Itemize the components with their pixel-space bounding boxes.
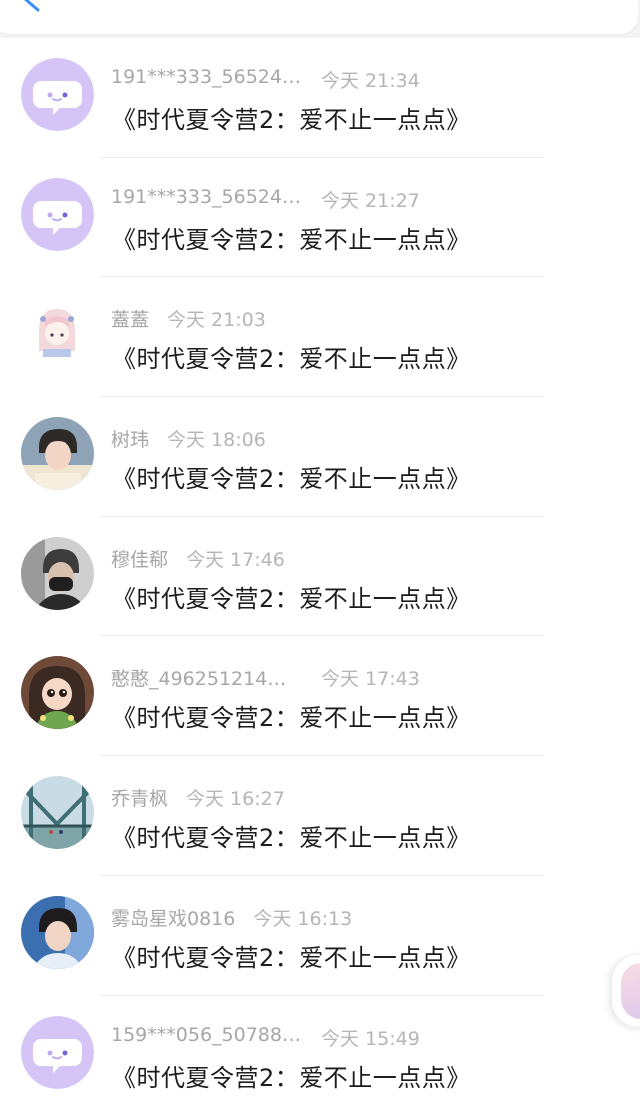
comment-meta: 159***056_50788… 今天 15:49 [111, 1024, 420, 1050]
chat-bubble-icon [21, 58, 94, 131]
bridge-photo-avatar [21, 776, 94, 850]
comment-meta: 憨憨_496251214… 今天 17:43 [111, 664, 420, 691]
avatar[interactable] [21, 895, 94, 969]
floating-avatar-image [621, 963, 640, 1019]
comment-list-screen: 191***333_56524… 今天 21:34 《时代夏令营2：爱不止一点点》… [0, 0, 640, 1113]
list-item[interactable]: 191***333_56524… 今天 21:34 《时代夏令营2：爱不止一点点》 [0, 38, 640, 158]
avatar[interactable] [21, 58, 94, 131]
top-bar [0, 0, 640, 38]
chat-bubble-icon [21, 177, 94, 251]
comment-meta: 191***333_56524… 今天 21:34 [111, 66, 420, 92]
masked-man-avatar [21, 536, 94, 610]
username[interactable]: 蓋蓋 [111, 305, 149, 332]
list-item[interactable]: 蓋蓋 今天 21:03 《时代夏令营2：爱不止一点点》 [0, 277, 640, 398]
comment-meta: 树玮 今天 18:06 [111, 425, 266, 452]
avatar[interactable] [21, 1015, 94, 1089]
list-item[interactable]: 乔青枫 今天 16:27 《时代夏令营2：爱不止一点点》 [0, 756, 640, 876]
avatar[interactable] [21, 536, 94, 610]
list-item[interactable]: 159***056_50788… 今天 15:49 《时代夏令营2：爱不止一点点》 [0, 996, 640, 1113]
timestamp: 今天 16:13 [253, 907, 353, 930]
comment-meta: 191***333_56524… 今天 21:27 [111, 186, 420, 212]
timestamp: 今天 17:43 [321, 668, 420, 691]
cartoon-girl-avatar [21, 656, 94, 730]
username[interactable]: 树玮 [111, 425, 149, 452]
list-item[interactable]: 穆佳郗 今天 17:46 《时代夏令营2：爱不止一点点》 [0, 517, 640, 637]
comment-content: 《时代夏令营2：爱不止一点点》 [112, 465, 471, 494]
comment-content: 《时代夏令营2：爱不止一点点》 [112, 345, 471, 374]
timestamp: 今天 21:03 [167, 309, 266, 332]
comment-content: 《时代夏令营2：爱不止一点点》 [112, 1063, 471, 1092]
comment-meta: 乔青枫 今天 16:27 [111, 784, 285, 811]
list-item[interactable]: 雾岛星戏0816 今天 16:13 《时代夏令营2：爱不止一点点》 [0, 876, 640, 996]
username[interactable]: 憨憨_496251214… [111, 664, 321, 691]
username[interactable]: 穆佳郗 [111, 545, 168, 572]
back-arrow-icon[interactable] [20, 0, 42, 18]
search-box[interactable] [0, 0, 638, 34]
young-man-avatar [21, 417, 94, 491]
username[interactable]: 雾岛星戏0816 [111, 904, 235, 931]
comment-content: 《时代夏令营2：爱不止一点点》 [112, 106, 471, 134]
timestamp: 今天 15:49 [321, 1027, 420, 1050]
young-man-blue-avatar [21, 895, 94, 969]
avatar[interactable] [21, 417, 94, 491]
avatar[interactable] [21, 177, 94, 251]
comment-content: 《时代夏令营2：爱不止一点点》 [112, 943, 471, 972]
comment-content: 《时代夏令营2：爱不止一点点》 [112, 584, 471, 613]
timestamp: 今天 21:34 [321, 70, 420, 92]
avatar[interactable] [21, 297, 94, 371]
list-item[interactable]: 树玮 今天 18:06 《时代夏令营2：爱不止一点点》 [0, 397, 640, 517]
avatar[interactable] [21, 776, 94, 850]
username[interactable]: 乔青枫 [111, 784, 168, 811]
floating-avatar-button[interactable] [612, 955, 640, 1027]
list-item[interactable]: 191***333_56524… 今天 21:27 《时代夏令营2：爱不止一点点》 [0, 158, 640, 278]
comment-meta: 雾岛星戏0816 今天 16:13 [111, 904, 353, 931]
timestamp: 今天 17:46 [186, 548, 285, 571]
comment-content: 《时代夏令营2：爱不止一点点》 [112, 824, 471, 853]
username[interactable]: 159***056_50788… [111, 1024, 321, 1046]
comment-content: 《时代夏令营2：爱不止一点点》 [112, 704, 471, 733]
timestamp: 今天 21:27 [321, 189, 420, 212]
timestamp: 今天 18:06 [167, 429, 266, 452]
anime-girl-avatar [21, 297, 94, 371]
username[interactable]: 191***333_56524… [111, 66, 321, 88]
comment-content: 《时代夏令营2：爱不止一点点》 [112, 225, 471, 254]
timestamp: 今天 16:27 [186, 788, 285, 811]
comment-meta: 穆佳郗 今天 17:46 [111, 545, 285, 572]
avatar[interactable] [21, 656, 94, 730]
list-item[interactable]: 憨憨_496251214… 今天 17:43 《时代夏令营2：爱不止一点点》 [0, 636, 640, 757]
comment-list: 191***333_56524… 今天 21:34 《时代夏令营2：爱不止一点点》… [0, 38, 640, 1113]
chat-bubble-icon [21, 1015, 94, 1089]
username[interactable]: 191***333_56524… [111, 186, 321, 208]
comment-meta: 蓋蓋 今天 21:03 [111, 305, 266, 332]
